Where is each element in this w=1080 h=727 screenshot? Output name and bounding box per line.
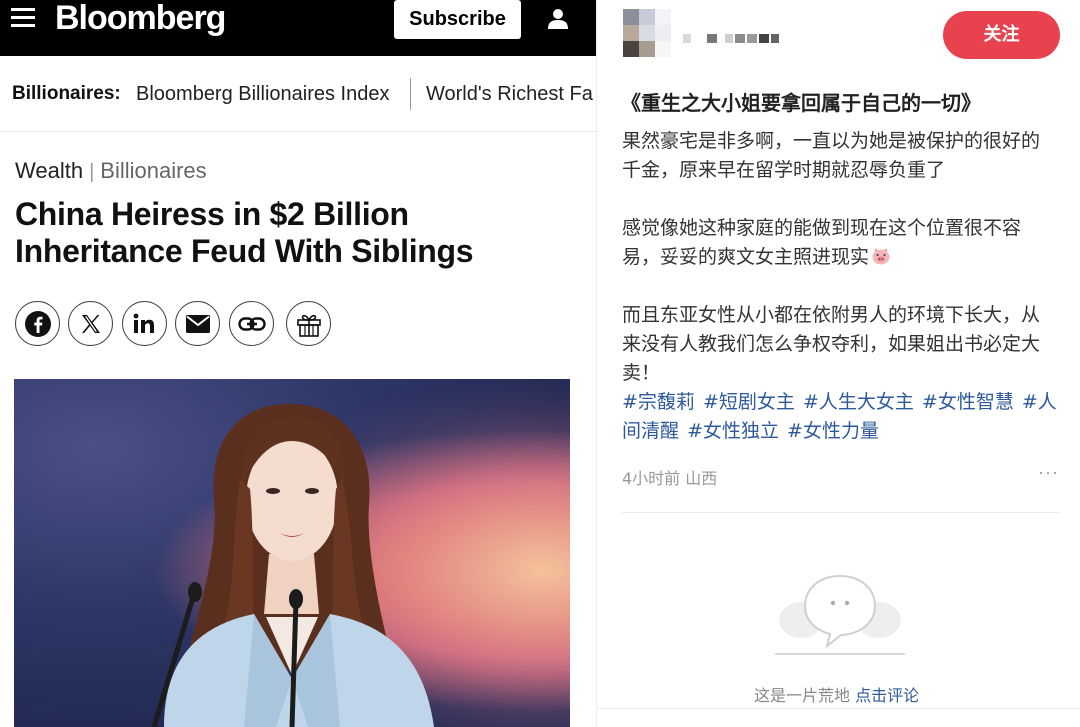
post-line: 而且东亚女性从小都在依附男人的环境下长大，从: [622, 304, 1041, 326]
post-line-with-emoji: 易，妥妥的爽文女主照进现实: [622, 243, 1062, 272]
post-line: 来没有人教我们怎么争权夺利，如果姐出书必定大: [622, 333, 1041, 355]
email-share-button[interactable]: [175, 301, 220, 346]
social-post-screenshot: 关注 《重生之大小姐要拿回属于自己的一切》 果然豪宅是非多啊，一直以为她是被保护…: [596, 0, 1080, 727]
hashtag-link[interactable]: #女性智慧: [922, 391, 1014, 413]
headline-line-2: Inheritance Feud With Siblings: [15, 233, 474, 269]
speaker-portrait-illustration: [14, 379, 570, 727]
post-line: 感觉像她这种家庭的能做到现在这个位置很不容: [622, 217, 1022, 239]
subnav-label: Billionaires:: [12, 83, 121, 104]
subnav-divider: [410, 78, 411, 110]
hashtag-list: 间清醒 #女性独立 #女性力量: [622, 417, 1062, 446]
hashtag-link[interactable]: #人生大女主: [803, 391, 914, 413]
empty-comments-message: 这是一片荒地 点击评论: [754, 682, 919, 706]
breadcrumb-subsection[interactable]: Billionaires: [100, 158, 206, 183]
bloomberg-header: Bloomberg Subscribe: [0, 0, 596, 56]
email-icon: [185, 314, 210, 333]
copy-link-button[interactable]: [229, 301, 274, 346]
x-icon: [81, 314, 100, 333]
comment-link[interactable]: 点击评论: [855, 686, 919, 705]
subnav-link-worlds-richest[interactable]: World's Richest Fa: [426, 83, 593, 106]
section-divider: [622, 512, 1060, 513]
hashtag-link[interactable]: #女性力量: [787, 420, 879, 442]
post-line: 卖！: [622, 362, 661, 384]
post-title: 《重生之大小姐要拿回属于自己的一切》: [621, 91, 981, 115]
link-icon: [237, 316, 266, 331]
hashtag-link[interactable]: #女性独立: [687, 420, 779, 442]
post-time: 4小时前: [622, 469, 681, 488]
bottom-divider: [597, 708, 1080, 709]
gift-article-button[interactable]: [286, 301, 331, 346]
x-share-button[interactable]: [68, 301, 113, 346]
post-meta: 4小时前 山西: [622, 465, 717, 489]
hashtag-link[interactable]: 间清醒: [622, 420, 679, 442]
more-options-button[interactable]: ···: [1038, 462, 1059, 483]
hashtag-list: #宗馥莉 #短剧女主 #人生大女主 #女性智慧 #人: [622, 388, 1062, 417]
menu-icon[interactable]: [11, 8, 35, 30]
breadcrumb: Wealth | Billionaires: [15, 158, 207, 184]
article-headline: China Heiress in $2 Billion Inheritance …: [15, 196, 575, 270]
billionaires-subnav: Billionaires: Bloomberg Billionaires Ind…: [0, 56, 596, 132]
post-line: 果然豪宅是非多啊，一直以为她是被保护的很好的: [622, 130, 1041, 152]
breadcrumb-section[interactable]: Wealth: [15, 158, 83, 183]
facebook-share-button[interactable]: [15, 301, 60, 346]
user-icon[interactable]: [546, 8, 570, 30]
subscribe-button[interactable]: Subscribe: [394, 0, 521, 39]
follow-button[interactable]: 关注: [943, 11, 1060, 59]
gift-icon: [296, 314, 321, 337]
linkedin-share-button[interactable]: [122, 301, 167, 346]
hashtag-link[interactable]: #短剧女主: [703, 391, 795, 413]
article-hero-photo: [14, 379, 570, 727]
post-location: 山西: [685, 469, 718, 488]
post-line: 千金，原来早在留学时期就忍辱负重了: [622, 159, 946, 181]
post-body: 果然豪宅是非多啊，一直以为她是被保护的很好的 千金，原来早在留学时期就忍辱负重了…: [622, 127, 1062, 446]
empty-comments-text: 这是一片荒地: [754, 686, 851, 705]
empty-comments-icon: [775, 574, 905, 655]
hashtag-link[interactable]: #宗馥莉: [622, 391, 695, 413]
post-line-text: 易，妥妥的爽文女主照进现实: [622, 246, 870, 268]
linkedin-icon: [133, 313, 154, 333]
breadcrumb-separator: |: [89, 161, 95, 183]
user-avatar[interactable]: [623, 9, 671, 57]
bloomberg-logo[interactable]: Bloomberg: [55, 0, 226, 38]
hashtag-link[interactable]: #人: [1022, 391, 1057, 413]
subnav-link-billionaires-index[interactable]: Bloomberg Billionaires Index: [136, 83, 389, 106]
headline-line-1: China Heiress in $2 Billion: [15, 196, 409, 232]
bloomberg-article-screenshot: Bloomberg Subscribe Billionaires: Bloomb…: [0, 0, 596, 727]
pig-emoji-icon: [872, 248, 890, 265]
username-blurred[interactable]: [683, 31, 783, 45]
facebook-icon: [24, 310, 51, 337]
